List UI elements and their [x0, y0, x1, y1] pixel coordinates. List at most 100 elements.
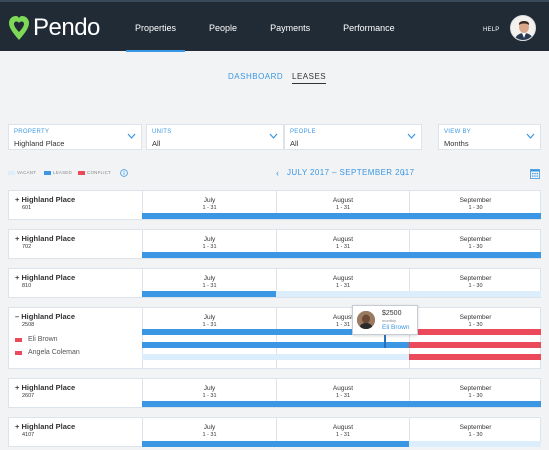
month-name: August — [332, 385, 354, 392]
month-name: July — [203, 314, 216, 321]
chevron-down-icon — [269, 133, 278, 139]
month-range: 1 - 31 — [335, 283, 351, 289]
unit-info: + Highland Place 702 — [15, 234, 75, 250]
unit-row[interactable]: + Highland Place 810 July 1 - 31 August … — [8, 268, 541, 298]
people-select[interactable]: PEOPLE All — [284, 124, 422, 150]
unit-info: + Highland Place 4107 — [15, 422, 75, 438]
view-by-select[interactable]: VIEW BY Months — [438, 124, 541, 150]
month-range: 1 - 30 — [468, 283, 483, 289]
legend-conflict-swatch — [78, 171, 85, 175]
tooltip-period: monthly — [382, 318, 397, 323]
tooltip-tenant-name[interactable]: Eli Brown — [382, 324, 409, 331]
property-select[interactable]: PROPERTY Highland Place — [8, 124, 142, 150]
main-nav: Properties People Payments Performance — [126, 2, 419, 52]
month-name: August — [332, 424, 354, 431]
pendo-heart-pin-icon — [9, 16, 29, 40]
month-name: August — [332, 275, 354, 282]
nav-properties[interactable]: Properties — [126, 2, 186, 52]
lease-bar-conflict[interactable] — [409, 329, 541, 335]
month-range: 1 - 30 — [468, 393, 483, 399]
tenant-eli-brown[interactable]: Eli Brown — [15, 336, 58, 343]
legend-leased-label: LEASED — [53, 170, 72, 175]
month-range: 1 - 30 — [468, 244, 483, 250]
month-range: 1 - 30 — [468, 432, 483, 438]
tenant-bar-angela-coleman-conflict[interactable] — [409, 354, 541, 360]
tenant-conflict-swatch — [15, 337, 22, 342]
tab-dashboard[interactable]: DASHBOARD — [228, 72, 283, 81]
legend-vacant-label: VACANT — [17, 170, 37, 175]
logo[interactable]: Pendo — [8, 14, 100, 42]
unit-info: + Highland Place 601 — [15, 195, 75, 211]
user-avatar[interactable] — [510, 15, 536, 41]
nav-people[interactable]: People — [200, 2, 246, 51]
unit-row[interactable]: + Highland Place 2607 July 1 - 31 August… — [8, 378, 541, 408]
unit-row-expanded[interactable]: – Highland Place 2508 Eli Brown Angela C… — [8, 307, 541, 369]
property-name: + Highland Place — [15, 273, 76, 282]
unit-number: 2607 — [22, 393, 35, 399]
unit-info: + Highland Place 2607 — [15, 383, 75, 399]
calendar-icon[interactable] — [530, 168, 540, 179]
legend-conflict-label: CONFLICT — [87, 170, 112, 175]
property-select-value: Highland Place — [14, 139, 65, 148]
people-select-value: All — [290, 139, 299, 148]
lease-bar-leased[interactable] — [142, 252, 541, 258]
unit-info: – Highland Place 2508 — [15, 312, 75, 328]
people-select-label: PEOPLE — [290, 129, 316, 135]
prev-period-icon[interactable]: ‹ — [276, 168, 279, 178]
legend-vacant-swatch — [8, 171, 15, 175]
month-name: September — [459, 314, 492, 321]
info-icon[interactable] — [120, 169, 128, 177]
units-select[interactable]: UNITS All — [146, 124, 284, 150]
lease-bar-vacant[interactable] — [409, 441, 541, 447]
tenant-bar-eli-brown-conflict[interactable] — [409, 342, 541, 348]
property-name: + Highland Place — [15, 383, 76, 392]
chevron-down-icon — [127, 133, 136, 139]
unit-number: 810 — [22, 283, 32, 289]
unit-row[interactable]: + Highland Place 4107 July 1 - 31 August… — [8, 417, 541, 447]
help-link[interactable]: HELP — [483, 27, 499, 33]
user-avatar-icon — [511, 16, 535, 40]
month-range: 1 - 31 — [202, 205, 217, 211]
month-range: 1 - 31 — [202, 283, 217, 289]
month-name: July — [203, 275, 216, 282]
month-name: July — [203, 385, 216, 392]
month-name: September — [459, 424, 492, 431]
tenant-angela-coleman[interactable]: Angela Coleman — [15, 349, 80, 356]
month-range: 1 - 31 — [202, 432, 217, 438]
month-name: August — [332, 197, 354, 204]
unit-number: 601 — [22, 205, 32, 211]
property-name: + Highland Place — [15, 234, 76, 243]
month-range: 1 - 31 — [202, 393, 217, 399]
lease-bar-leased[interactable] — [142, 213, 541, 219]
property-select-label: PROPERTY — [14, 129, 50, 135]
top-nav-bar: Pendo Properties People Payments Perform… — [0, 0, 549, 52]
month-range: 1 - 31 — [202, 322, 217, 328]
nav-performance[interactable]: Performance — [334, 2, 404, 51]
month-name: July — [203, 197, 216, 204]
tenant-name: Angela Coleman — [28, 349, 80, 356]
month-name: September — [459, 385, 492, 392]
tenant-name: Eli Brown — [28, 336, 58, 343]
nav-payments[interactable]: Payments — [261, 2, 319, 51]
tooltip-pointer — [384, 335, 386, 348]
unit-row[interactable]: + Highland Place 601 July 1 - 31 August … — [8, 190, 541, 220]
tenant-avatar-icon — [357, 311, 375, 329]
lease-bar-leased[interactable] — [142, 291, 276, 297]
next-period-icon[interactable]: › — [402, 168, 405, 178]
month-range: 1 - 31 — [335, 393, 351, 399]
month-range: 1 - 31 — [335, 205, 351, 211]
lease-bar-vacant[interactable] — [276, 291, 541, 297]
unit-row[interactable]: + Highland Place 702 July 1 - 31 August … — [8, 229, 541, 259]
property-name: + Highland Place — [15, 422, 76, 431]
tab-leases[interactable]: LEASES — [292, 72, 327, 84]
lease-bar-leased[interactable] — [142, 441, 409, 447]
logo-text: Pendo — [33, 14, 100, 41]
tenant-bar-angela-coleman-vacant[interactable] — [142, 354, 409, 360]
month-name: September — [459, 275, 492, 282]
tenant-bar-eli-brown-leased[interactable] — [142, 342, 409, 348]
month-name: August — [332, 236, 354, 243]
month-range: 1 - 30 — [468, 322, 483, 328]
unit-number: 2508 — [22, 322, 35, 328]
month-range: 1 - 31 — [335, 432, 351, 438]
lease-bar-leased[interactable] — [142, 401, 541, 407]
